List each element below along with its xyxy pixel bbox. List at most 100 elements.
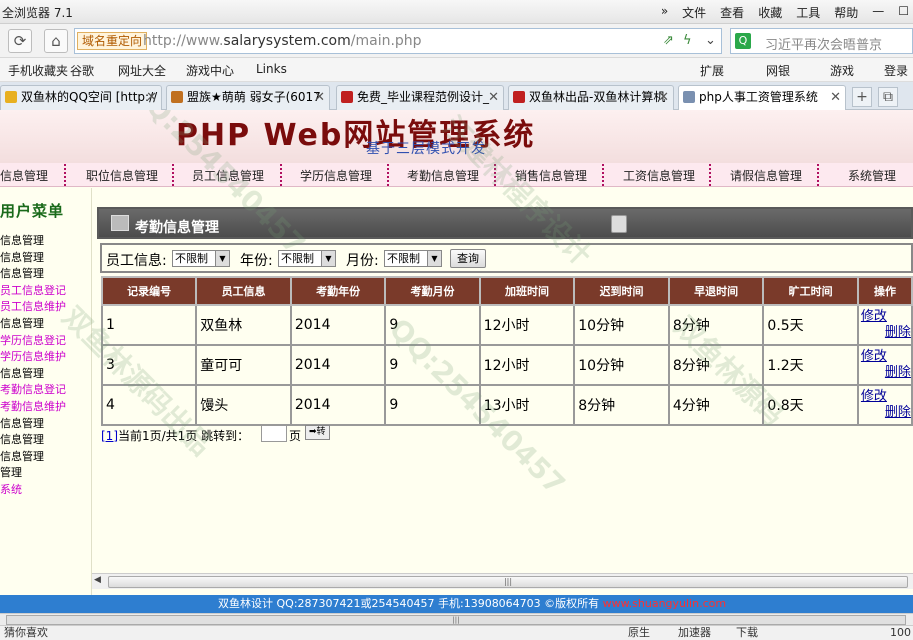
status-zoom[interactable]: 100 xyxy=(890,626,911,640)
page-jump-input[interactable] xyxy=(261,425,287,442)
status-guess[interactable]: 猜你喜欢 xyxy=(4,626,48,640)
status-accelerator[interactable]: 加速器 xyxy=(678,626,711,640)
scroll-left-icon[interactable]: ◀ xyxy=(94,575,101,585)
search-engine-icon[interactable]: Q xyxy=(735,33,751,49)
sidebar-item[interactable]: 学历信息登记 xyxy=(0,332,66,348)
tab-qq-space[interactable]: 双鱼林的QQ空间 [http://✕ xyxy=(0,85,162,110)
month-select[interactable]: 不限制 xyxy=(384,250,442,267)
nav-item-system[interactable]: 系统管理 xyxy=(848,167,896,184)
home-icon[interactable]: ⌂ xyxy=(44,29,68,53)
row-actions: 修改 删除 xyxy=(856,344,913,386)
nav-item-sales[interactable]: 销售信息管理 xyxy=(515,167,587,184)
page-scrollbar[interactable]: ◀ ||| xyxy=(92,573,913,589)
menu-help[interactable]: 帮助 xyxy=(834,4,858,21)
frame-scrollbar[interactable]: ||| xyxy=(0,613,913,625)
menu-favorites[interactable]: 收藏 xyxy=(758,4,782,21)
table-cell: 双鱼林 xyxy=(195,304,292,346)
browser-title: 全浏览器 7.1 xyxy=(2,6,73,20)
employee-select[interactable]: 不限制 xyxy=(172,250,230,267)
sidebar-item[interactable]: 系统 xyxy=(0,481,22,497)
search-box[interactable]: Q 习近平再次会晤普京 xyxy=(730,28,913,54)
lightning-icon[interactable]: ϟ xyxy=(683,33,692,48)
menu-file[interactable]: 文件 xyxy=(682,4,706,21)
menu-tools[interactable]: 工具 xyxy=(796,4,820,21)
close-icon[interactable]: ✕ xyxy=(314,86,325,109)
column-header: 考勤月份 xyxy=(384,276,481,306)
edit-link[interactable]: 修改 xyxy=(861,309,910,325)
tab-shuangyulin[interactable]: 双鱼林出品-双鱼林计算机 ✕ xyxy=(508,85,674,110)
filter-bar: 员工信息: 不限制 年份: 不限制 月份: 不限制 查询 xyxy=(100,243,913,273)
year-select[interactable]: 不限制 xyxy=(278,250,336,267)
fav-game[interactable]: 游戏 xyxy=(830,62,854,79)
sidebar-item[interactable]: 考勤信息登记 xyxy=(0,381,66,397)
search-input[interactable]: 习近平再次会晤普京 xyxy=(765,34,882,53)
footer-link[interactable]: www.shuangyulin.com xyxy=(603,597,726,610)
browser-menu: » 文件 查看 收藏 工具 帮助 — ☐ xyxy=(661,4,909,21)
fav-extensions[interactable]: 扩展 xyxy=(700,62,724,79)
refresh-icon[interactable]: ⟳ xyxy=(8,29,32,53)
go-button[interactable]: ➡转 xyxy=(305,425,330,440)
scroll-thumb[interactable]: ||| xyxy=(108,576,908,588)
tab-list-icon[interactable]: ⧉ xyxy=(878,87,898,107)
minimize-icon[interactable]: — xyxy=(872,4,884,21)
edit-link[interactable]: 修改 xyxy=(861,349,910,365)
fav-sites[interactable]: 网址大全 xyxy=(118,62,166,79)
sidebar-item[interactable]: 信息管理 xyxy=(0,415,44,431)
status-native[interactable]: 原生 xyxy=(628,626,650,640)
sidebar-item[interactable]: 信息管理 xyxy=(0,315,44,331)
nav-item-education[interactable]: 学历信息管理 xyxy=(300,167,372,184)
fav-mobile[interactable]: 手机收藏夹 xyxy=(8,62,68,79)
fav-links[interactable]: Links xyxy=(256,62,287,76)
fav-games[interactable]: 游戏中心 xyxy=(186,62,234,79)
sidebar-item[interactable]: 学历信息维护 xyxy=(0,348,66,364)
sidebar-item[interactable]: 员工信息登记 xyxy=(0,282,66,298)
sidebar-item[interactable]: 信息管理 xyxy=(0,365,44,381)
menu-more[interactable]: » xyxy=(661,4,668,21)
frame-scroll-thumb[interactable]: ||| xyxy=(6,615,906,625)
edit-link[interactable]: 修改 xyxy=(861,389,910,405)
new-tab-icon[interactable]: + xyxy=(852,87,872,107)
redirect-badge[interactable]: 域名重定向 xyxy=(77,32,148,50)
tab-php-hr[interactable]: php人事工资管理系统 ✕ xyxy=(678,85,846,111)
chevron-down-icon[interactable]: ⌄ xyxy=(705,33,716,48)
table-cell: 10分钟 xyxy=(573,344,670,386)
tab-mengzu[interactable]: 盟族★萌萌 弱女子(6017 ✕ xyxy=(166,85,330,110)
close-icon[interactable]: ✕ xyxy=(488,86,499,109)
nav-item-salary[interactable]: 工资信息管理 xyxy=(623,167,695,184)
tab-free-course[interactable]: 免费_毕业课程范例设计_ ✕ xyxy=(336,85,504,110)
sidebar-item[interactable]: 考勤信息维护 xyxy=(0,398,66,414)
status-download[interactable]: 下载 xyxy=(736,626,758,640)
close-icon[interactable]: ✕ xyxy=(830,86,841,109)
delete-link[interactable]: 删除 xyxy=(861,325,910,341)
nav-item-info[interactable]: 信息管理 xyxy=(0,167,48,184)
delete-link[interactable]: 删除 xyxy=(861,405,910,421)
close-icon[interactable]: ✕ xyxy=(658,86,669,109)
fav-bank[interactable]: 网银 xyxy=(766,62,790,79)
column-header: 记录编号 xyxy=(100,276,198,306)
fav-google[interactable]: 谷歌 xyxy=(70,62,94,79)
sidebar-item[interactable]: 信息管理 xyxy=(0,265,44,281)
nav-item-employee[interactable]: 员工信息管理 xyxy=(192,167,264,184)
nav-item-leave[interactable]: 请假信息管理 xyxy=(730,167,802,184)
sidebar-item[interactable]: 信息管理 xyxy=(0,431,44,447)
menu-view[interactable]: 查看 xyxy=(720,4,744,21)
sidebar-item[interactable]: 信息管理 xyxy=(0,249,44,265)
page-link[interactable]: [1] xyxy=(101,429,118,443)
close-icon[interactable]: ✕ xyxy=(146,86,157,109)
sidebar-item[interactable]: 员工信息维护 xyxy=(0,298,66,314)
share-icon[interactable]: ⇗ xyxy=(663,33,674,48)
delete-link[interactable]: 删除 xyxy=(861,365,910,381)
sidebar-item[interactable]: 信息管理 xyxy=(0,448,44,464)
table-cell: 10分钟 xyxy=(573,304,670,346)
sidebar-item[interactable]: 信息管理 xyxy=(0,232,44,248)
nav-item-position[interactable]: 职位信息管理 xyxy=(86,167,158,184)
sidebar: 用户菜单 信息管理 信息管理 信息管理 员工信息登记 员工信息维护 信息管理 学历信息登记学… xyxy=(0,188,92,595)
address-bar[interactable]: 域名重定向 http://www.salarysystem.com/main.p… xyxy=(74,28,722,54)
print-icon[interactable] xyxy=(611,215,627,233)
query-button[interactable]: 查询 xyxy=(450,249,486,268)
maximize-icon[interactable]: ☐ xyxy=(898,4,909,21)
sidebar-item[interactable]: 管理 xyxy=(0,464,22,480)
nav-item-attendance[interactable]: 考勤信息管理 xyxy=(407,167,479,184)
url-text[interactable]: http://www.salarysystem.com/main.php xyxy=(143,33,422,49)
fav-login[interactable]: 登录 xyxy=(884,62,908,79)
